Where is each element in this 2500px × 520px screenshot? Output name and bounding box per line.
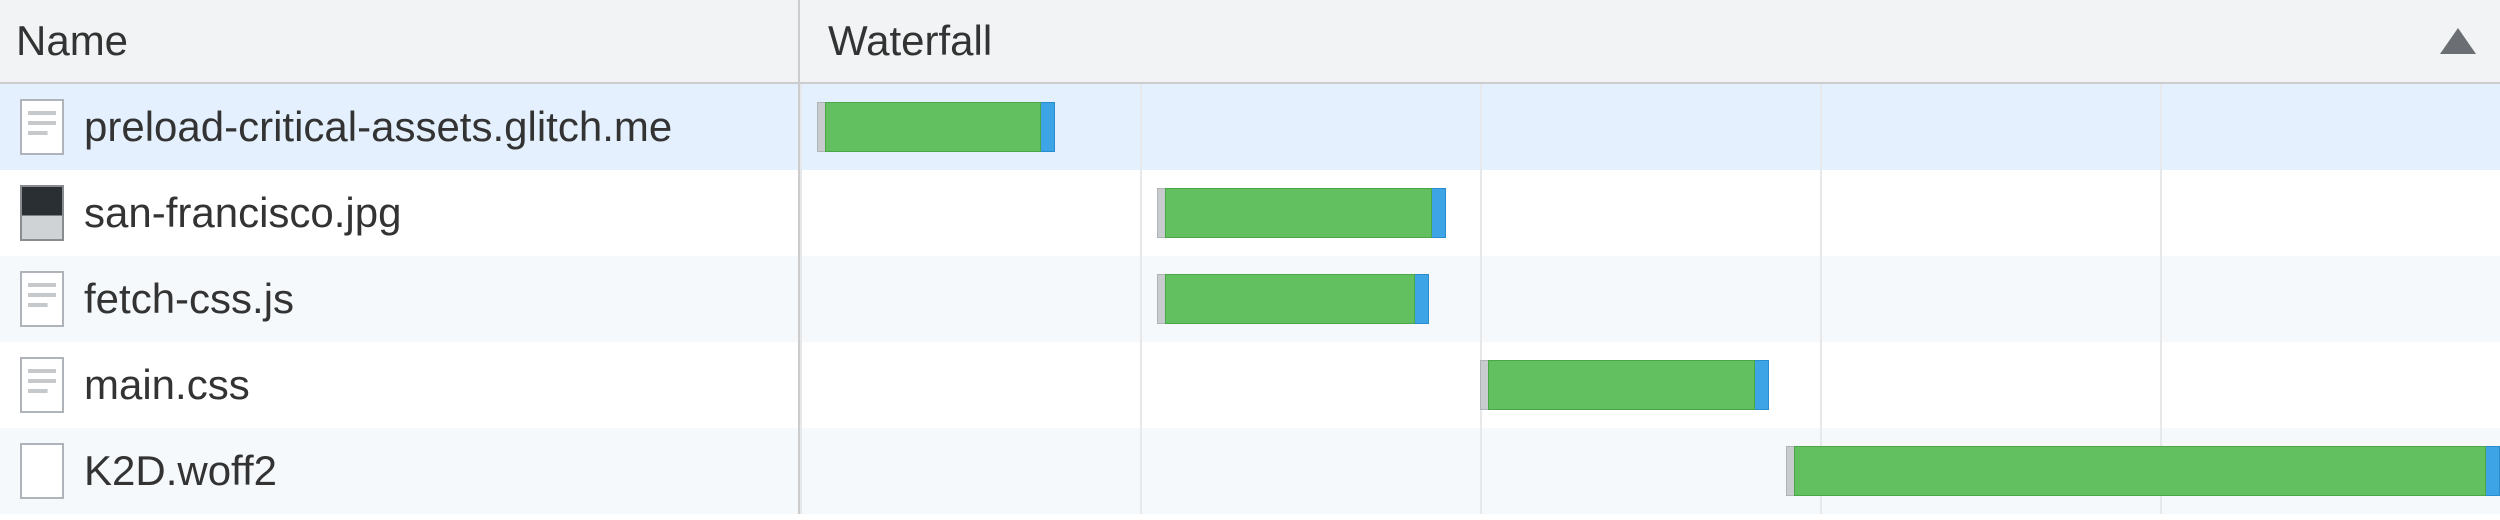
timing-bar-end — [1432, 188, 1446, 238]
column-header-waterfall-label: Waterfall — [828, 17, 992, 65]
timing-bar-end — [1415, 274, 1429, 324]
waterfall-cell[interactable] — [800, 170, 2500, 256]
table-row[interactable]: K2D.woff2 — [0, 428, 2500, 514]
table-row[interactable]: fetch-css.js — [0, 256, 2500, 342]
timing-bar-download — [1488, 360, 1755, 410]
table-row[interactable]: preload-critical-assets.glitch.me — [0, 84, 2500, 170]
file-document-icon — [20, 99, 64, 155]
waterfall-gridline — [1820, 342, 1822, 428]
waterfall-cell[interactable] — [800, 428, 2500, 514]
timing-bar[interactable] — [1786, 446, 2500, 496]
file-document-icon — [20, 357, 64, 413]
name-cell: preload-critical-assets.glitch.me — [0, 84, 800, 170]
timing-bar-end — [1041, 102, 1055, 152]
waterfall-gridline — [800, 170, 802, 256]
resource-name: main.css — [84, 361, 250, 409]
waterfall-gridline — [1480, 256, 1482, 342]
waterfall-gridline — [1140, 256, 1142, 342]
waterfall-gridline — [1480, 84, 1482, 170]
waterfall-cell[interactable] — [800, 342, 2500, 428]
waterfall-cell[interactable] — [800, 84, 2500, 170]
timing-bar-queueing — [1157, 274, 1165, 324]
waterfall-gridline — [800, 342, 802, 428]
waterfall-gridline — [1480, 428, 1482, 514]
resource-name: san-francisco.jpg — [84, 189, 401, 237]
timing-bar[interactable] — [817, 102, 1055, 152]
timing-bar[interactable] — [1157, 188, 1446, 238]
file-font-icon — [20, 443, 64, 499]
waterfall-gridline — [800, 256, 802, 342]
table-row[interactable]: san-francisco.jpg — [0, 170, 2500, 256]
waterfall-gridline — [2160, 170, 2162, 256]
timing-bar[interactable] — [1480, 360, 1769, 410]
timing-bar-download — [825, 102, 1041, 152]
table-body: preload-critical-assets.glitch.me san-fra… — [0, 84, 2500, 514]
waterfall-gridline — [2160, 256, 2162, 342]
waterfall-gridline — [1140, 170, 1142, 256]
resource-name: K2D.woff2 — [84, 447, 277, 495]
resource-name: preload-critical-assets.glitch.me — [84, 103, 672, 151]
file-document-icon — [20, 271, 64, 327]
waterfall-gridline — [1140, 84, 1142, 170]
sort-ascending-icon — [2440, 28, 2476, 54]
waterfall-gridline — [1480, 170, 1482, 256]
timing-bar-queueing — [1480, 360, 1488, 410]
timing-bar[interactable] — [1157, 274, 1429, 324]
waterfall-gridline — [1140, 342, 1142, 428]
timing-bar-queueing — [817, 102, 825, 152]
waterfall-gridline — [1820, 256, 1822, 342]
timing-bar-download — [1165, 188, 1432, 238]
resource-name: fetch-css.js — [84, 275, 294, 323]
table-row[interactable]: main.css — [0, 342, 2500, 428]
network-waterfall-table: Name Waterfall preload-critical-assets.g… — [0, 0, 2500, 520]
waterfall-cell[interactable] — [800, 256, 2500, 342]
table-header-row: Name Waterfall — [0, 0, 2500, 84]
column-header-name-label: Name — [16, 17, 128, 65]
name-cell: fetch-css.js — [0, 256, 800, 342]
waterfall-gridline — [1820, 84, 1822, 170]
waterfall-gridline — [1140, 428, 1142, 514]
waterfall-gridline — [800, 428, 802, 514]
timing-bar-end — [1755, 360, 1769, 410]
name-cell: san-francisco.jpg — [0, 170, 800, 256]
waterfall-gridline — [2160, 342, 2162, 428]
name-cell: main.css — [0, 342, 800, 428]
column-header-name[interactable]: Name — [0, 0, 800, 82]
file-image-icon — [20, 185, 64, 241]
timing-bar-queueing — [1157, 188, 1165, 238]
timing-bar-download — [1165, 274, 1415, 324]
timing-bar-end — [2486, 446, 2500, 496]
waterfall-gridline — [2160, 84, 2162, 170]
name-cell: K2D.woff2 — [0, 428, 800, 514]
timing-bar-download — [1794, 446, 2486, 496]
timing-bar-queueing — [1786, 446, 1794, 496]
waterfall-gridline — [1820, 170, 1822, 256]
column-header-waterfall[interactable]: Waterfall — [800, 0, 2500, 82]
waterfall-gridline — [800, 84, 802, 170]
